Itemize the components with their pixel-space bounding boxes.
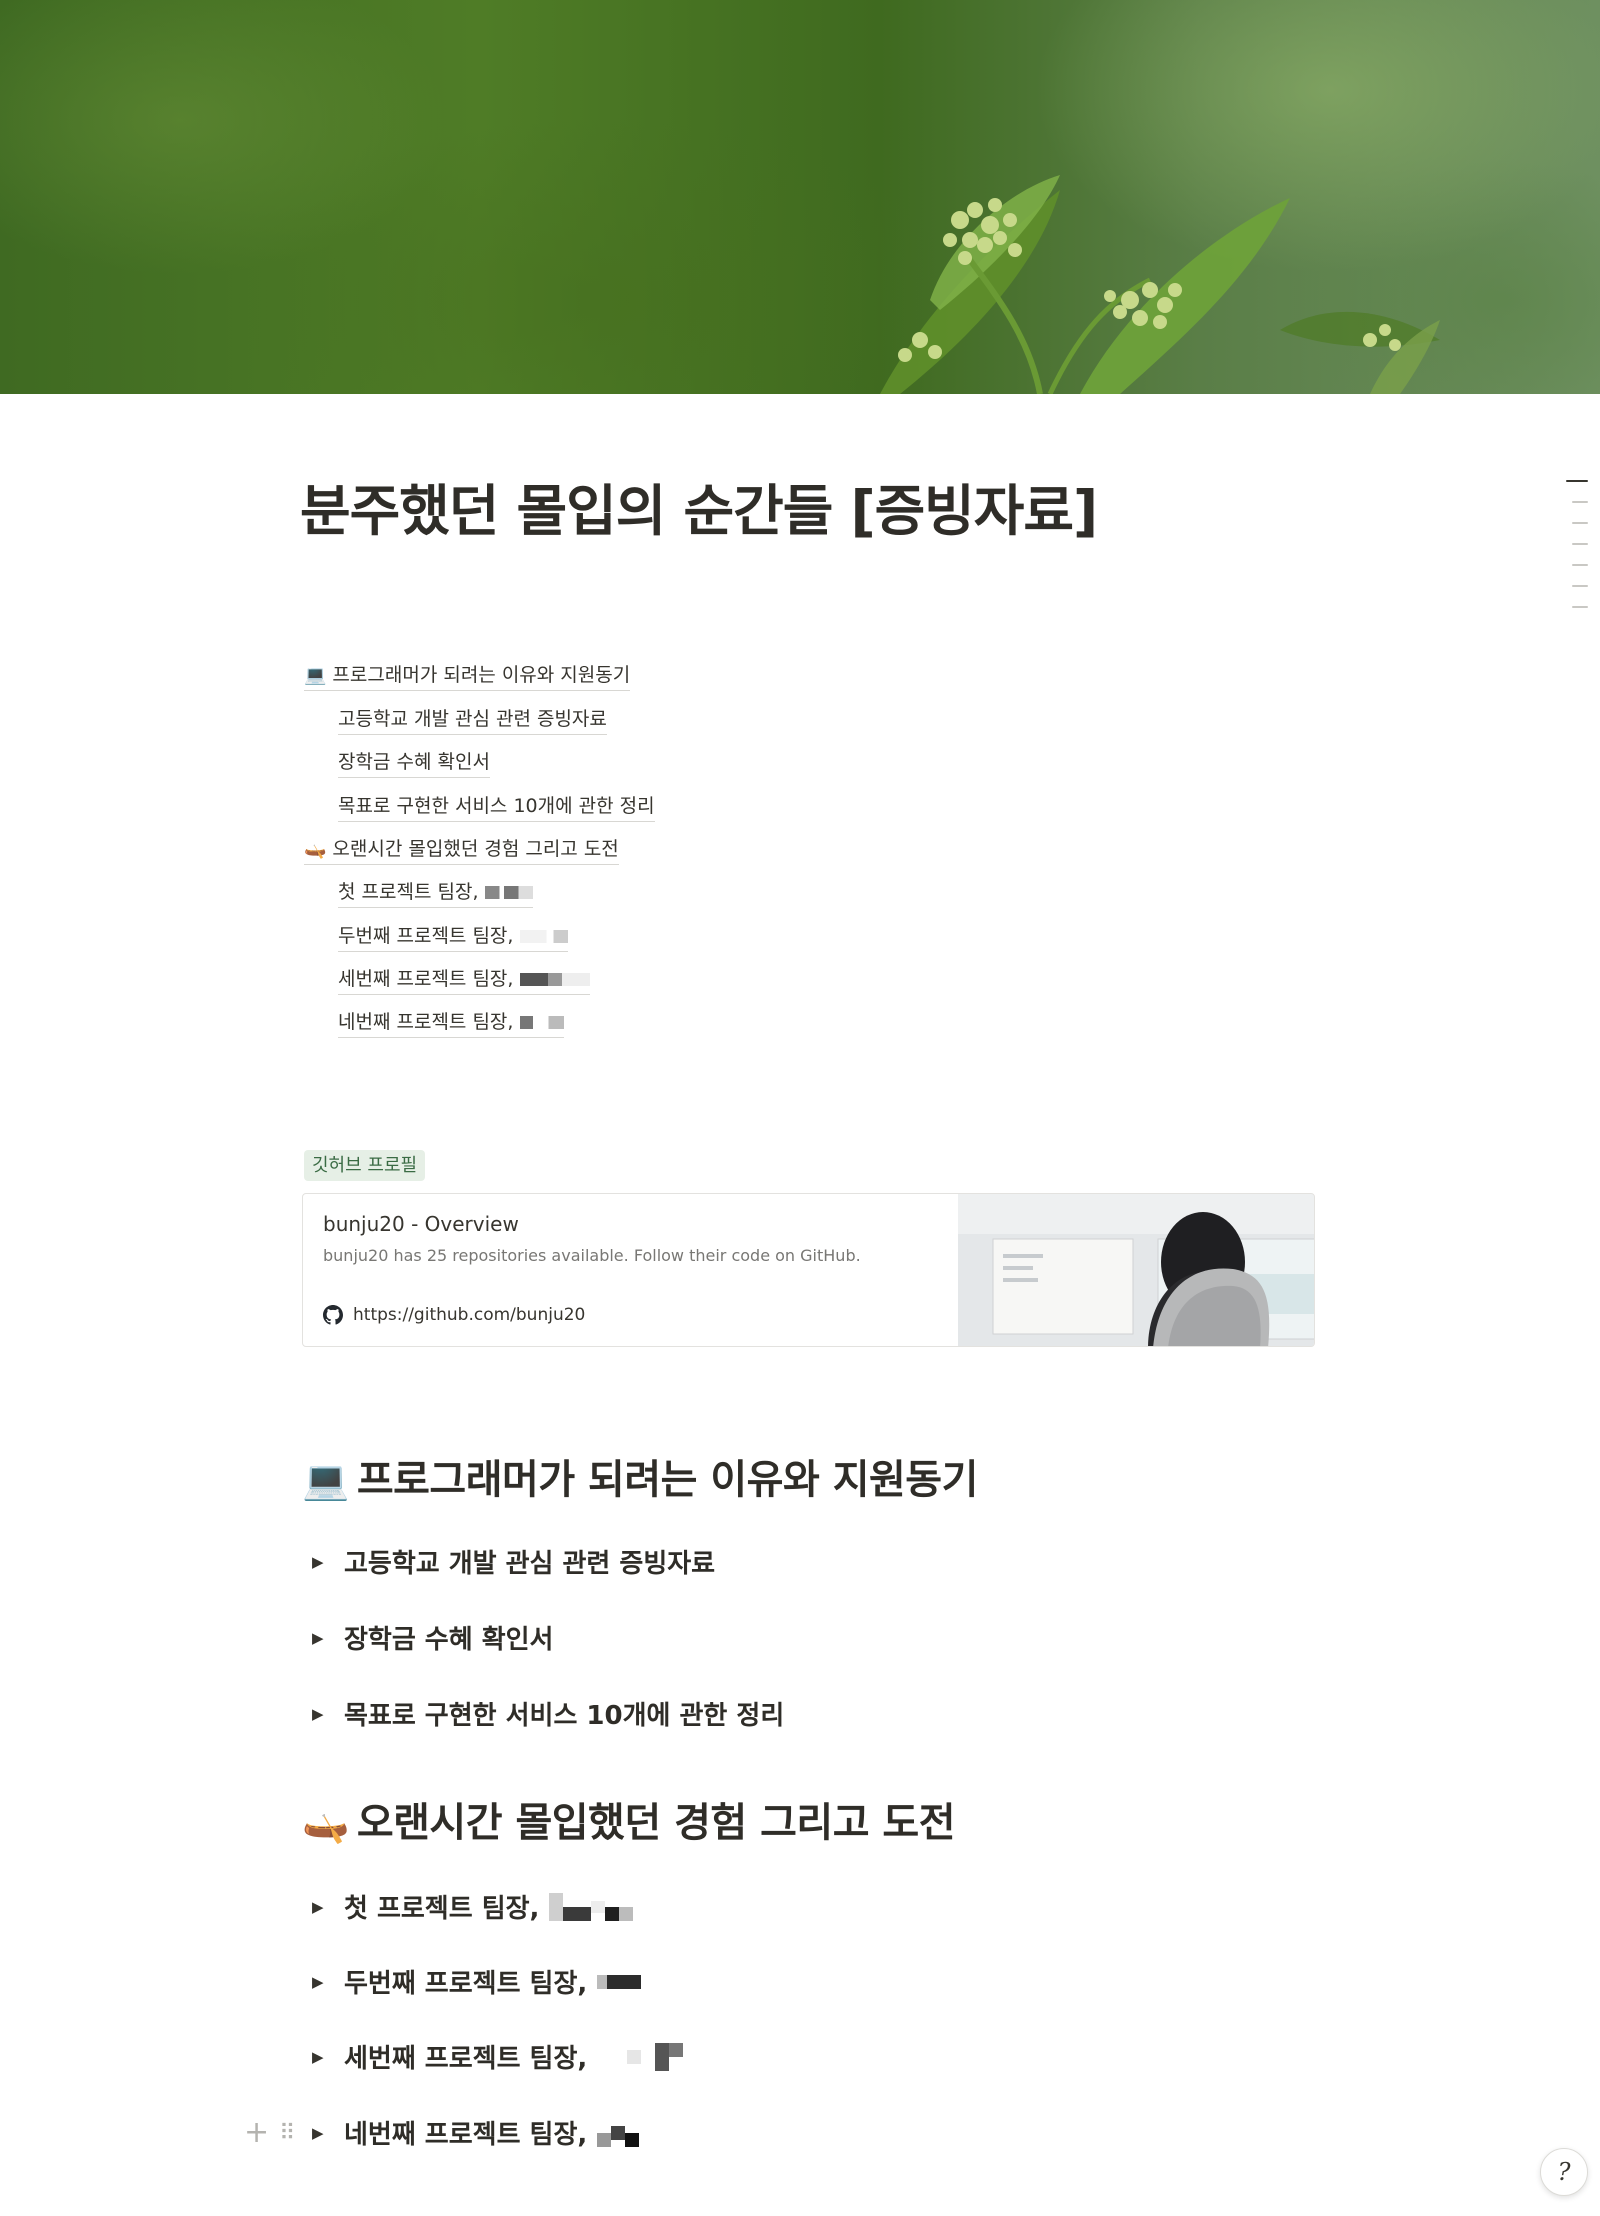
toc-item[interactable]: 장학금 수혜 확인서 — [338, 747, 490, 778]
redacted-name — [549, 1892, 634, 1921]
canoe-emoji-icon: 🛶 — [302, 1801, 349, 1845]
toggle-block[interactable]: ▶ 세번째 프로젝트 팀장, — [312, 2038, 684, 2075]
toggle-block[interactable]: ▶ 두번째 프로젝트 팀장, — [312, 1963, 642, 2000]
redacted-name — [484, 886, 533, 899]
redacted-name — [519, 973, 590, 986]
toc-item[interactable]: 네번째 프로젝트 팀장, — [338, 1007, 564, 1038]
triangle-right-icon[interactable]: ▶ — [312, 1898, 326, 1916]
github-profile-tag[interactable]: 깃허브 프로필 — [304, 1150, 426, 1181]
toc-item[interactable]: 첫 프로젝트 팀장, — [338, 877, 533, 908]
outline-mark[interactable] — [1572, 543, 1588, 545]
drag-handle-icon[interactable]: ⠿ — [279, 2121, 295, 2146]
github-icon — [323, 1305, 343, 1325]
outline-rail[interactable] — [1566, 480, 1590, 627]
triangle-right-icon[interactable]: ▶ — [312, 2124, 326, 2142]
bookmark-url: https://github.com/bunju20 — [323, 1305, 585, 1325]
triangle-right-icon[interactable]: ▶ — [312, 1553, 326, 1571]
section-heading[interactable]: 💻 프로그래머가 되려는 이유와 지원동기 — [302, 1447, 978, 1505]
canoe-emoji-icon: 🛶 — [304, 839, 327, 860]
cover-image[interactable] — [0, 0, 1600, 394]
triangle-right-icon[interactable]: ▶ — [312, 1705, 326, 1723]
bookmark-thumbnail — [958, 1194, 1314, 1346]
section-heading[interactable]: 🛶 오랜시간 몰입했던 경험 그리고 도전 — [302, 1790, 956, 1848]
thumbnail-photo — [958, 1194, 1314, 1346]
redacted-name — [597, 1974, 642, 1989]
toc-item[interactable]: 세번째 프로젝트 팀장, — [338, 964, 590, 995]
bookmark-text: bunju20 - Overview bunju20 has 25 reposi… — [323, 1212, 943, 1265]
toc-item[interactable]: 고등학교 개발 관심 관련 증빙자료 — [338, 704, 607, 735]
outline-mark[interactable] — [1572, 606, 1588, 608]
toc-item[interactable]: 목표로 구현한 서비스 10개에 관한 정리 — [338, 791, 655, 822]
toggle-block[interactable]: ▶ 장학금 수혜 확인서 — [312, 1619, 553, 1656]
outline-mark[interactable] — [1572, 501, 1588, 503]
notion-page: 분주했던 몰입의 순간들 [증빙자료] 💻 프로그래머가 되려는 이유와 지원동기… — [0, 0, 1600, 2216]
outline-mark[interactable] — [1572, 585, 1588, 587]
toggle-block[interactable]: ▶ 첫 프로젝트 팀장, — [312, 1888, 634, 1925]
cover-flower-illustration — [880, 175, 1440, 394]
outline-mark[interactable] — [1572, 522, 1588, 524]
page-title[interactable]: 분주했던 몰입의 순간들 [증빙자료] — [300, 466, 1098, 546]
github-bookmark-card[interactable]: bunju20 - Overview bunju20 has 25 reposi… — [302, 1193, 1315, 1347]
triangle-right-icon[interactable]: ▶ — [312, 1629, 326, 1647]
toggle-block[interactable]: ▶ 목표로 구현한 서비스 10개에 관한 정리 — [312, 1695, 784, 1732]
help-icon: ? — [1557, 2158, 1571, 2186]
laptop-emoji-icon: 💻 — [304, 665, 327, 686]
laptop-emoji-icon: 💻 — [302, 1458, 349, 1502]
help-button[interactable]: ? — [1540, 2148, 1588, 2196]
redacted-name — [519, 930, 568, 943]
redacted-name — [519, 1016, 564, 1029]
bookmark-description: bunju20 has 25 repositories available. F… — [323, 1246, 861, 1265]
outline-mark[interactable] — [1566, 480, 1588, 482]
toc-item[interactable]: 🛶 오랜시간 몰입했던 경험 그리고 도전 — [304, 834, 619, 865]
bookmark-title: bunju20 - Overview — [323, 1212, 519, 1236]
triangle-right-icon[interactable]: ▶ — [312, 1973, 326, 1991]
block-handles: + ⠿ — [244, 2118, 295, 2148]
toggle-block[interactable]: ▶ 네번째 프로젝트 팀장, — [312, 2114, 640, 2151]
redacted-name — [597, 2119, 640, 2147]
toggle-block[interactable]: ▶ 고등학교 개발 관심 관련 증빙자료 — [312, 1543, 715, 1580]
toc-item[interactable]: 두번째 프로젝트 팀장, — [338, 921, 568, 952]
redacted-name — [627, 2042, 684, 2071]
plus-icon[interactable]: + — [244, 2118, 269, 2148]
triangle-right-icon[interactable]: ▶ — [312, 2048, 326, 2066]
outline-mark[interactable] — [1572, 564, 1588, 566]
toc-item[interactable]: 💻 프로그래머가 되려는 이유와 지원동기 — [304, 660, 631, 691]
